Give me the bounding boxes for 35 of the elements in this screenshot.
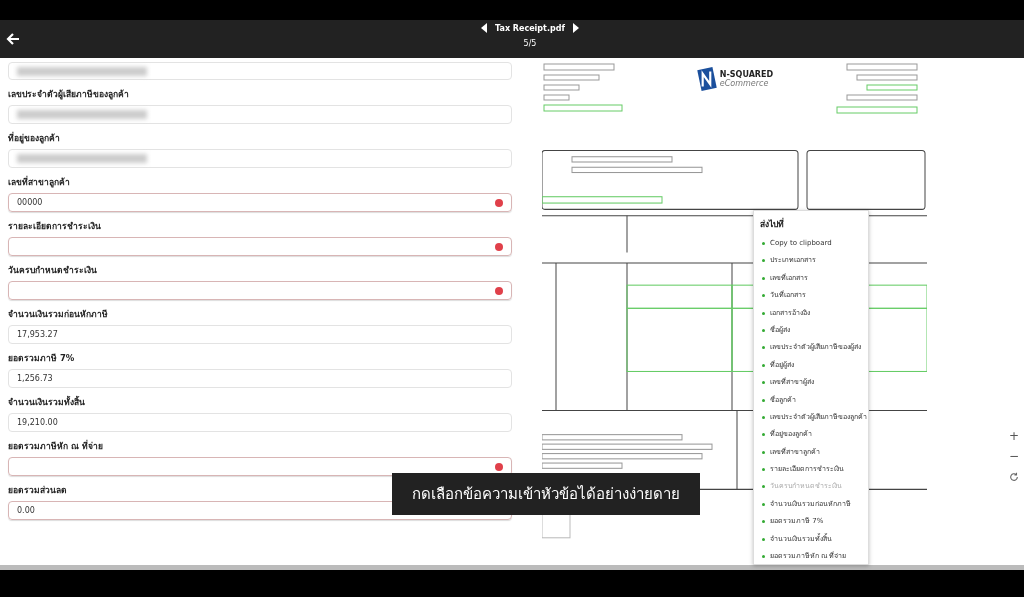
field-label: วันครบกำหนดชำระเงิน — [8, 264, 98, 277]
zoom-out-button[interactable]: − — [1008, 448, 1020, 464]
logo-subtext: eCommerce — [719, 79, 769, 88]
field-label: ที่อยู่ของลูกค้า — [8, 131, 61, 145]
logo-icon — [695, 66, 718, 92]
error-icon — [495, 198, 503, 207]
page-counter: 5/5 — [523, 39, 537, 48]
input-field[interactable] — [8, 62, 512, 80]
field-label: เลขประจำตัวผู้เสียภาษีของลูกค้า — [8, 88, 130, 101]
menu-title: ส่งไปที่ — [760, 217, 785, 231]
input-field[interactable] — [8, 105, 512, 124]
error-icon — [495, 286, 503, 295]
field-label: จำนวนเงินรวมก่อนหักภาษี — [8, 308, 109, 321]
refresh-icon[interactable] — [1009, 472, 1019, 482]
error-icon — [495, 462, 503, 471]
input-field[interactable]: 19,210.00 — [8, 413, 512, 432]
input-field[interactable]: 17,953.27 — [8, 325, 512, 344]
next-page-icon[interactable] — [572, 23, 579, 33]
caption-overlay: กดเลือกข้อความเข้าหัวข้อได้อย่างง่ายดาย — [392, 473, 700, 515]
field-label: จำนวนเงินรวมทั้งสิ้น — [8, 395, 86, 409]
input-field[interactable] — [8, 281, 512, 300]
field-label: ยอดรวมภาษีหัก ณ ที่จ่าย — [8, 439, 104, 453]
input-field[interactable] — [8, 237, 512, 256]
zoom-in-button[interactable]: + — [1008, 428, 1020, 444]
logo-text: N-SQUARED — [719, 70, 774, 79]
input-field[interactable] — [8, 149, 512, 168]
field-label: เลขที่สาขาลูกค้า — [8, 175, 71, 189]
field-label: ยอดรวมภาษี 7% — [8, 352, 76, 365]
input-field[interactable]: 00000 — [8, 193, 512, 212]
error-icon — [495, 242, 503, 251]
input-field[interactable]: 1,256.73 — [8, 369, 512, 388]
back-arrow-icon[interactable] — [5, 31, 21, 47]
field-label: รายละเอียดการชำระเงิน — [8, 220, 102, 233]
file-title: Tax Receipt.pdf — [495, 23, 565, 33]
previous-page-icon[interactable] — [481, 23, 488, 33]
